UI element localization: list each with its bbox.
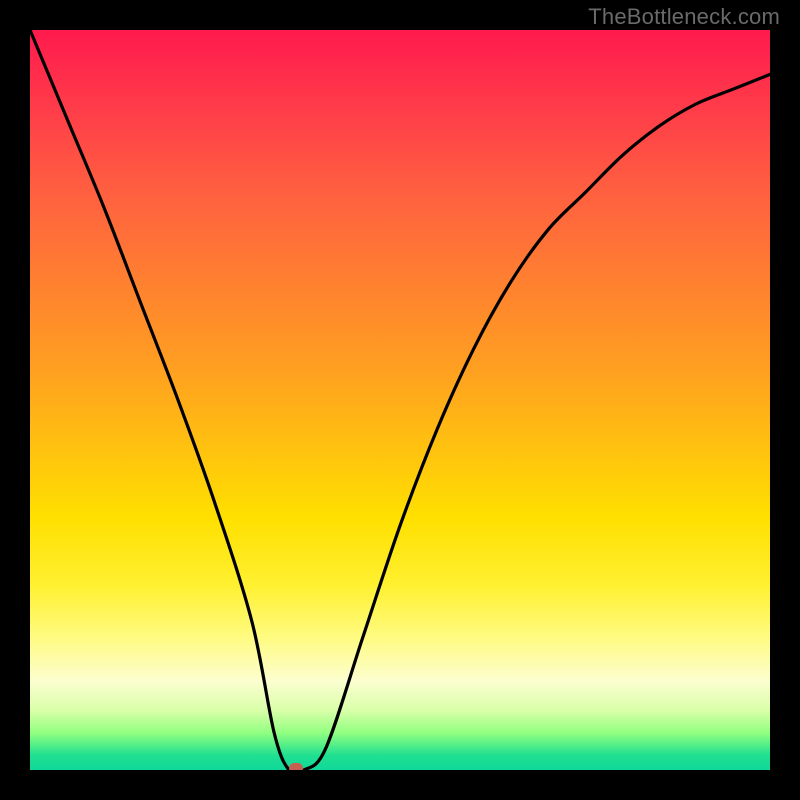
plot-area: [30, 30, 770, 770]
optimal-point-marker: [289, 763, 303, 770]
attribution-label: TheBottleneck.com: [588, 4, 780, 30]
bottleneck-curve-line: [30, 30, 770, 770]
chart-frame: TheBottleneck.com: [0, 0, 800, 800]
chart-svg: [30, 30, 770, 770]
